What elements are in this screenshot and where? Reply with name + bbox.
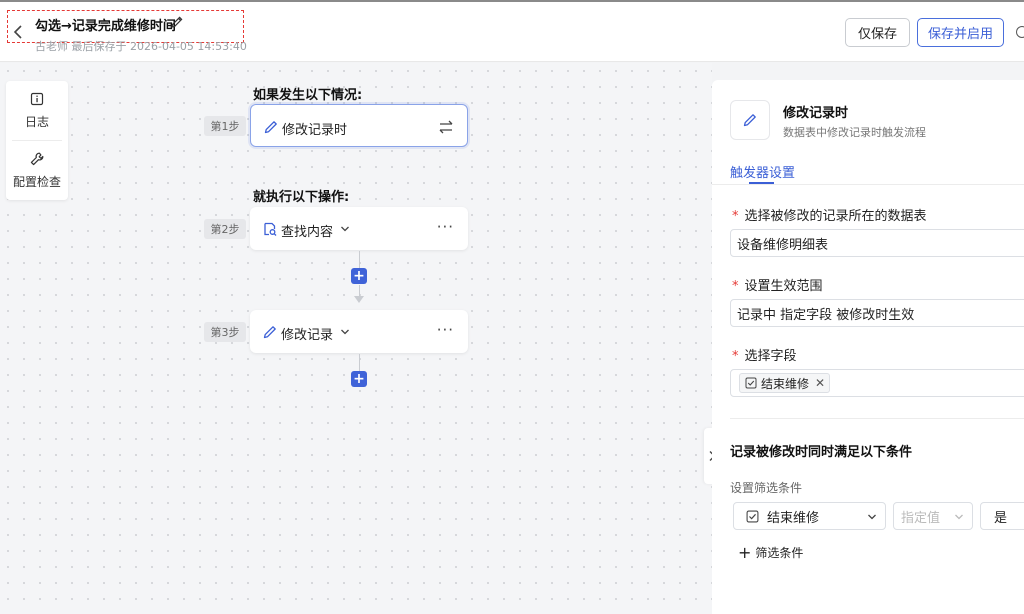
condition-value-select[interactable]: 是: [980, 502, 1024, 530]
find-content-icon: [264, 222, 277, 236]
condition-subtitle: 设置筛选条件: [730, 481, 803, 495]
chevron-down-icon[interactable]: [340, 224, 350, 234]
condition-operator-select[interactable]: 指定值: [893, 502, 973, 530]
add-filter-condition-button[interactable]: + 筛选条件: [738, 544, 803, 561]
last-saved-info: 古老师 最后保存于 2026-04-05 14:53:40: [35, 40, 247, 53]
operator-placeholder: 指定值: [901, 510, 941, 526]
plus-icon: +: [738, 542, 752, 562]
more-options-icon[interactable]: ···: [437, 321, 454, 339]
action-node-update[interactable]: 修改记录 ···: [250, 310, 468, 353]
info-log-icon: [30, 92, 44, 106]
help-icon[interactable]: [1016, 26, 1024, 38]
table-select[interactable]: 设备维修明细表: [730, 229, 1024, 257]
pencil-icon: [264, 121, 277, 134]
fields-field-label: * 选择字段: [732, 349, 797, 364]
field-chip: 结束维修 ✕: [739, 373, 831, 393]
side-toolbar: 日志 配置检查: [6, 81, 68, 200]
if-section-label: 如果发生以下情况:: [253, 88, 363, 103]
log-label: 日志: [24, 115, 49, 129]
condition-value: 是: [994, 510, 1008, 526]
table-field-label: * 选择被修改的记录所在的数据表: [732, 209, 927, 224]
add-condition-label: 筛选条件: [755, 546, 804, 560]
workflow-title[interactable]: 勾选→记录完成维修时间: [35, 15, 176, 34]
edit-title-icon[interactable]: [170, 15, 184, 29]
scope-field-label: * 设置生效范围: [732, 279, 823, 294]
chevron-down-icon[interactable]: [340, 327, 350, 337]
config-check-button[interactable]: 配置检查: [6, 141, 68, 199]
condition-field-value: 结束维修: [767, 510, 820, 526]
scope-select[interactable]: 记录中 指定字段 被修改时生效: [730, 299, 1024, 327]
connector-line: [359, 251, 360, 269]
step-tag: 第1步: [204, 116, 246, 136]
remove-chip-icon[interactable]: ✕: [815, 376, 825, 390]
chevron-down-icon: [955, 514, 963, 520]
action-node-find[interactable]: 查找内容 ···: [250, 207, 468, 250]
checkbox-field-icon: [745, 377, 757, 389]
add-step-button[interactable]: +: [351, 268, 367, 284]
condition-field-select[interactable]: 结束维修: [733, 502, 886, 530]
fields-select[interactable]: 结束维修 ✕: [730, 369, 1024, 397]
header: 勾选→记录完成维修时间 古老师 最后保存于 2026-04-05 14:53:4…: [0, 2, 1024, 62]
node-label: 查找内容: [281, 225, 334, 240]
tab-divider: [712, 184, 1024, 185]
save-and-enable-button[interactable]: 保存并启用: [917, 18, 1004, 47]
swap-icon[interactable]: [437, 119, 455, 135]
field-chip-label: 结束维修: [761, 376, 810, 391]
node-label: 修改记录时: [282, 123, 348, 138]
chevron-down-icon: [868, 514, 876, 520]
panel-title: 修改记录时: [783, 106, 849, 121]
trigger-node[interactable]: 修改记录时: [250, 104, 468, 147]
log-button[interactable]: 日志: [6, 81, 68, 139]
trigger-icon-box: [730, 100, 770, 140]
panel-description: 数据表中修改记录时触发流程: [783, 126, 926, 139]
then-section-label: 就执行以下操作:: [253, 190, 350, 205]
more-options-icon[interactable]: ···: [437, 218, 454, 236]
wrench-icon: [30, 152, 44, 166]
step-tag: 第2步: [204, 219, 246, 239]
tab-trigger-settings[interactable]: 触发器设置: [730, 162, 795, 181]
save-only-button[interactable]: 仅保存: [845, 18, 910, 47]
config-check-label: 配置检查: [12, 175, 61, 189]
node-label: 修改记录: [281, 328, 334, 343]
connector-line: [359, 285, 360, 296]
connector-line: [359, 354, 360, 372]
checkbox-field-icon: [746, 510, 759, 522]
step-tag: 第3步: [204, 322, 246, 342]
add-step-button[interactable]: +: [351, 371, 367, 387]
arrow-down-icon: [354, 296, 364, 303]
pencil-icon: [743, 114, 756, 127]
section-divider: [730, 418, 1024, 419]
condition-title: 记录被修改时同时满足以下条件: [730, 445, 913, 460]
pencil-icon: [263, 326, 276, 339]
trigger-settings-panel: 修改记录时 数据表中修改记录时触发流程 触发器设置 * 选择被修改的记录所在的数据…: [712, 80, 1024, 614]
